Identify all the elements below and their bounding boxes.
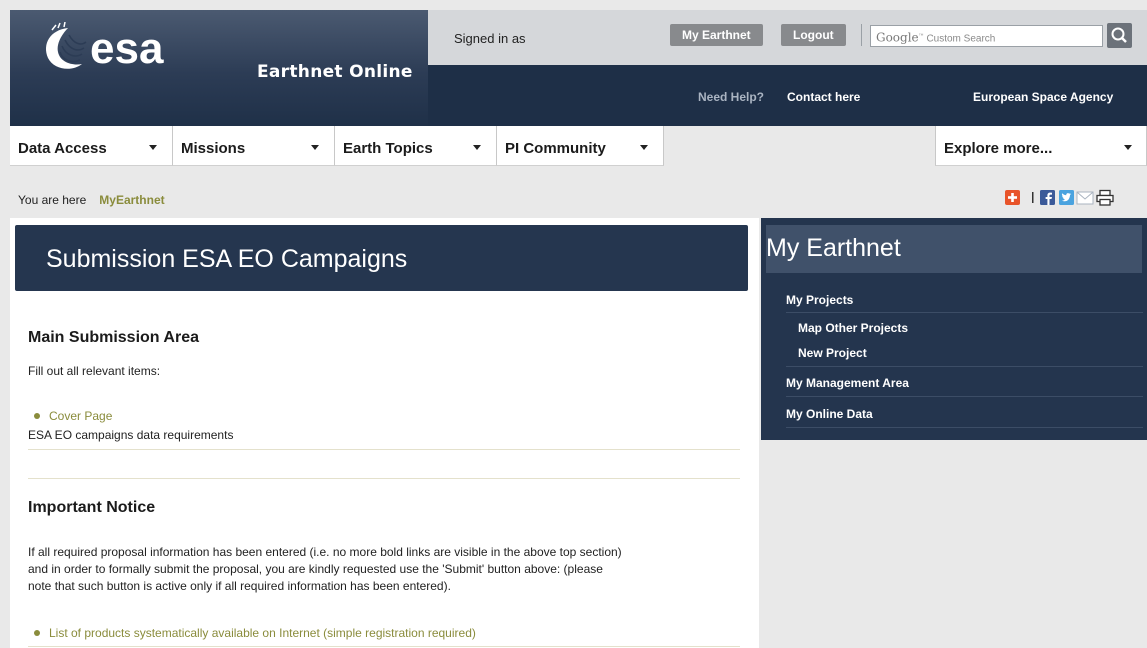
facebook-icon[interactable]	[1040, 190, 1055, 205]
divider	[28, 646, 740, 647]
search-placeholder: Custom Search	[926, 33, 996, 45]
nav-data-access[interactable]: Data Access	[10, 126, 173, 166]
cover-page-label: Cover Page	[49, 409, 113, 423]
nav-pi-community[interactable]: PI Community	[497, 126, 664, 166]
cover-page-description: ESA EO campaigns data requirements	[28, 428, 234, 442]
twitter-icon[interactable]	[1059, 190, 1074, 205]
email-icon[interactable]	[1076, 191, 1094, 205]
need-help-label: Need Help?	[698, 90, 765, 104]
addthis-icon[interactable]	[1005, 190, 1020, 205]
top-bar-divider	[861, 24, 862, 46]
header: esa Earthnet Online Signed in as My Eart…	[10, 10, 1147, 126]
bullet-icon	[34, 630, 40, 636]
nav-label: Explore more...	[944, 140, 1053, 157]
search-button[interactable]	[1107, 23, 1132, 48]
svg-text:esa: esa	[90, 24, 164, 73]
sidebar-divider	[786, 366, 1143, 367]
sidebar-title-box: My Earthnet	[766, 225, 1142, 273]
product-name: Earthnet Online	[257, 62, 413, 82]
main-submission-heading: Main Submission Area	[28, 329, 199, 346]
sidebar-divider	[786, 396, 1143, 397]
nav-label: PI Community	[505, 140, 606, 157]
notice-text-line: and in order to formally submit the prop…	[28, 562, 603, 576]
breadcrumb: You are here MyEarthnet	[18, 193, 165, 207]
chevron-down-icon	[149, 145, 157, 150]
print-icon[interactable]	[1096, 189, 1114, 206]
notice-text-line: note that such button is active only if …	[28, 579, 451, 593]
sidebar-divider	[786, 312, 1143, 313]
nav-explore-more[interactable]: Explore more...	[935, 126, 1147, 166]
nav-label: Earth Topics	[343, 140, 433, 157]
contact-here-link[interactable]: Contact here	[787, 90, 860, 104]
sidebar-item-new-project[interactable]: New Project	[798, 346, 867, 360]
nav-label: Missions	[181, 140, 246, 157]
breadcrumb-prefix: You are here	[18, 193, 87, 207]
search-input[interactable]: Google™ Custom Search	[870, 25, 1103, 47]
notice-text-line: If all required proposal information has…	[28, 545, 622, 559]
page-title: Submission ESA EO Campaigns	[46, 245, 408, 273]
sidebar-item-my-online-data[interactable]: My Online Data	[786, 407, 873, 421]
nav-earth-topics[interactable]: Earth Topics	[335, 126, 497, 166]
sidebar-item-my-projects[interactable]: My Projects	[786, 293, 853, 307]
sidebar-item-map-other-projects[interactable]: Map Other Projects	[798, 321, 908, 335]
brand-block: esa Earthnet Online	[10, 10, 428, 126]
breadcrumb-current[interactable]: MyEarthnet	[99, 193, 164, 207]
chevron-down-icon	[640, 145, 648, 150]
nav-label: Data Access	[18, 140, 107, 157]
cover-page-link[interactable]: Cover Page	[34, 409, 112, 423]
my-earthnet-button[interactable]: My Earthnet	[670, 24, 763, 46]
main-content: Submission ESA EO Campaigns Main Submiss…	[10, 218, 759, 648]
divider	[28, 449, 740, 450]
page-title-box: Submission ESA EO Campaigns	[15, 225, 748, 291]
chevron-down-icon	[473, 145, 481, 150]
main-nav: Data Access Missions Earth Topics PI Com…	[10, 126, 1147, 166]
search-icon	[1111, 27, 1127, 43]
logout-button[interactable]: Logout	[781, 24, 846, 46]
sidebar-divider	[786, 427, 1143, 428]
european-space-agency-link[interactable]: European Space Agency	[973, 90, 1113, 104]
instruction-text: Fill out all relevant items:	[28, 364, 161, 378]
bullet-icon	[34, 413, 40, 419]
sidebar-item-my-management-area[interactable]: My Management Area	[786, 376, 909, 390]
chevron-down-icon	[311, 145, 319, 150]
my-earthnet-panel: My Earthnet My Projects Map Other Projec…	[761, 218, 1147, 440]
signed-in-label: Signed in as	[454, 31, 526, 46]
divider	[28, 478, 740, 479]
important-notice-heading: Important Notice	[28, 499, 156, 516]
nav-missions[interactable]: Missions	[173, 126, 335, 166]
products-list-label: List of products systematically availabl…	[49, 626, 476, 640]
share-toolbar	[1005, 189, 1114, 206]
chevron-down-icon	[1124, 145, 1132, 150]
share-divider	[1032, 192, 1034, 203]
products-list-link[interactable]: List of products systematically availabl…	[34, 626, 476, 640]
page: esa Earthnet Online Signed in as My Eart…	[0, 0, 1147, 648]
sidebar-title: My Earthnet	[766, 234, 901, 262]
google-logo: Google	[876, 30, 919, 45]
esa-logo[interactable]: esa	[38, 22, 228, 74]
sidebar: My Earthnet My Projects Map Other Projec…	[760, 218, 1147, 648]
